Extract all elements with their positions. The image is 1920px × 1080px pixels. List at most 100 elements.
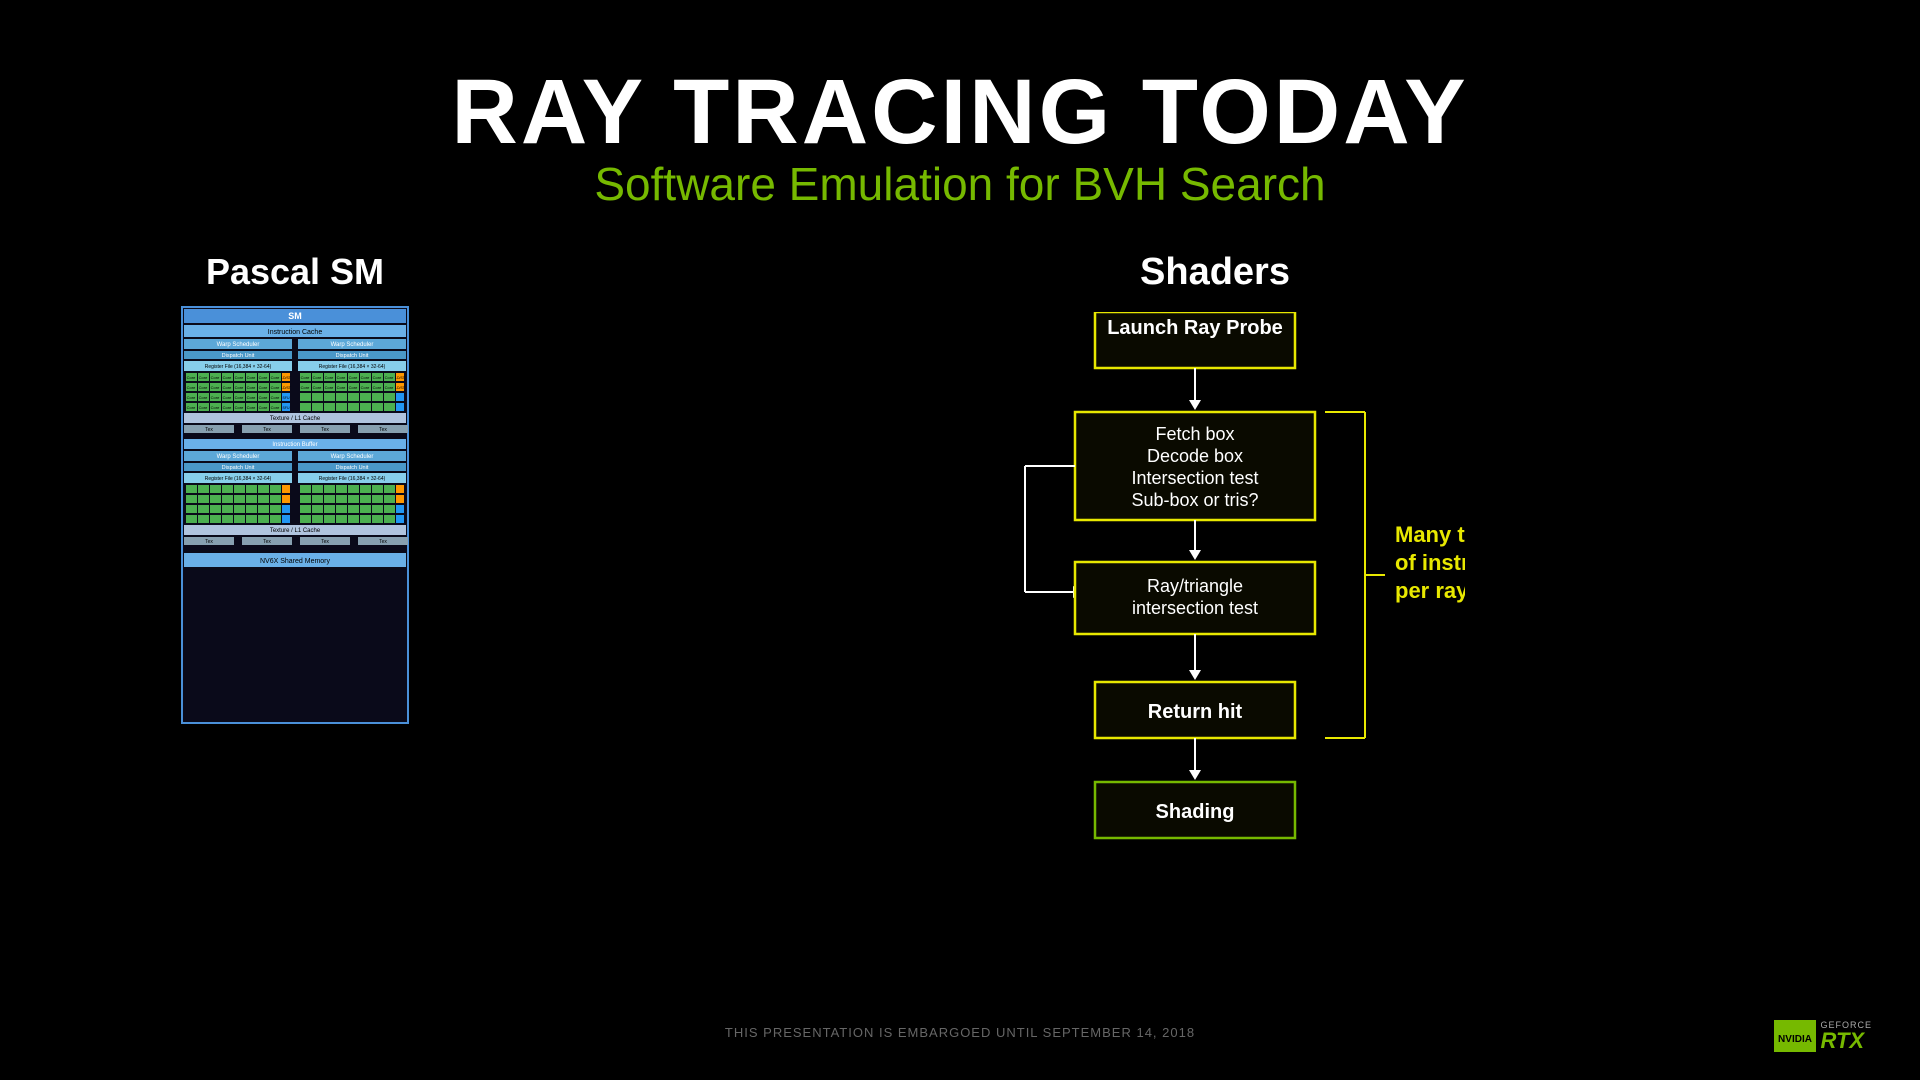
svg-text:Core: Core (199, 405, 208, 410)
svg-text:Core: Core (373, 385, 382, 390)
svg-text:Core: Core (337, 375, 346, 380)
svg-text:Core: Core (199, 385, 208, 390)
svg-text:Sub-box or tris?: Sub-box or tris? (1131, 490, 1258, 510)
svg-text:Register File (16,384 × 32-64): Register File (16,384 × 32-64) (319, 364, 386, 370)
flowchart-section: Shaders Launch Ray Probe Fetch box Decod… (590, 251, 1840, 992)
flowchart-svg: Launch Ray Probe Fetch box Decode box In… (965, 312, 1465, 992)
svg-text:Core: Core (361, 375, 370, 380)
svg-text:SFU: SFU (283, 406, 290, 410)
svg-text:Tex: Tex (263, 539, 271, 545)
svg-text:Core: Core (259, 375, 268, 380)
footer-watermark: THIS PRESENTATION IS EMBARGOED UNTIL SEP… (725, 1025, 1195, 1040)
svg-text:Core: Core (301, 375, 310, 380)
svg-text:Instruction Buffer: Instruction Buffer (272, 442, 317, 448)
svg-text:Core: Core (301, 385, 310, 390)
svg-text:Core: Core (211, 385, 220, 390)
nvidia-logo: NVIDIA GEFORCE RTX (1774, 1020, 1872, 1052)
svg-text:Core: Core (235, 395, 244, 400)
svg-text:Tex: Tex (205, 427, 213, 433)
geforce-rtx-logo: GEFORCE RTX (1820, 1020, 1872, 1052)
svg-text:Core: Core (247, 385, 256, 390)
svg-text:Core: Core (271, 385, 280, 390)
svg-text:Core: Core (199, 395, 208, 400)
svg-text:Warp Scheduler: Warp Scheduler (217, 342, 260, 348)
svg-text:Core: Core (223, 385, 232, 390)
svg-text:Core: Core (313, 375, 322, 380)
svg-text:Core: Core (235, 375, 244, 380)
svg-text:Decode box: Decode box (1147, 446, 1243, 466)
svg-text:Core: Core (199, 375, 208, 380)
svg-text:Core: Core (361, 385, 370, 390)
svg-text:Tex: Tex (379, 539, 387, 545)
svg-text:Launch Ray Probe: Launch Ray Probe (1107, 317, 1283, 339)
svg-text:Tex: Tex (321, 539, 329, 545)
svg-text:Core: Core (187, 375, 196, 380)
svg-text:Tex: Tex (263, 427, 271, 433)
svg-text:Fetch box: Fetch box (1155, 424, 1234, 444)
svg-text:Texture / L1 Cache: Texture / L1 Cache (270, 528, 321, 534)
svg-text:Core: Core (271, 405, 280, 410)
svg-text:Dispatch Unit: Dispatch Unit (336, 465, 369, 471)
svg-text:Core: Core (247, 375, 256, 380)
svg-text:Texture / L1 Cache: Texture / L1 Cache (270, 416, 321, 422)
shaders-label: Shaders (1140, 251, 1290, 294)
svg-text:Core: Core (373, 375, 382, 380)
svg-text:Warp Scheduler: Warp Scheduler (331, 454, 374, 460)
svg-text:Core: Core (259, 385, 268, 390)
svg-text:Dispatch Unit: Dispatch Unit (336, 353, 369, 359)
svg-text:Instruction Cache: Instruction Cache (268, 329, 323, 336)
svg-text:Core: Core (223, 395, 232, 400)
svg-text:Core: Core (349, 385, 358, 390)
pascal-label: Pascal SM (206, 251, 384, 293)
svg-text:Core: Core (271, 375, 280, 380)
svg-text:Core: Core (187, 395, 196, 400)
svg-text:Core: Core (385, 375, 394, 380)
svg-text:Shading: Shading (1156, 801, 1235, 823)
svg-text:Tex: Tex (321, 427, 329, 433)
svg-text:Core: Core (187, 405, 196, 410)
rtx-text: RTX (1820, 1030, 1864, 1052)
svg-text:LD/ST: LD/ST (395, 376, 406, 380)
subtitle: Software Emulation for BVH Search (451, 157, 1468, 211)
content-area: Pascal SM SM Instruction Cache Warp Sche… (0, 251, 1920, 992)
svg-text:Core: Core (223, 405, 232, 410)
svg-text:Warp Scheduler: Warp Scheduler (331, 342, 374, 348)
svg-text:Core: Core (349, 375, 358, 380)
svg-text:Core: Core (235, 385, 244, 390)
svg-text:LD/ST: LD/ST (395, 386, 406, 390)
svg-text:Core: Core (247, 395, 256, 400)
title-area: RAY TRACING TODAY Software Emulation for… (451, 60, 1468, 211)
svg-text:LD/ST: LD/ST (281, 376, 292, 380)
svg-text:LD/ST: LD/ST (281, 386, 292, 390)
svg-text:NVIDIA: NVIDIA (1779, 1034, 1813, 1045)
svg-text:Core: Core (235, 405, 244, 410)
svg-text:Core: Core (313, 385, 322, 390)
pascal-diagram: SM Instruction Cache Warp Scheduler Warp… (180, 305, 410, 725)
svg-text:Dispatch Unit: Dispatch Unit (222, 353, 255, 359)
svg-text:Core: Core (271, 395, 280, 400)
svg-text:of instruction slots: of instruction slots (1395, 550, 1465, 575)
svg-text:NV6X Shared Memory: NV6X Shared Memory (260, 558, 331, 565)
svg-text:Core: Core (259, 405, 268, 410)
svg-text:Core: Core (211, 405, 220, 410)
svg-text:Warp Scheduler: Warp Scheduler (217, 454, 260, 460)
svg-text:intersection test: intersection test (1132, 598, 1258, 618)
svg-text:Core: Core (385, 385, 394, 390)
nvidia-icon: NVIDIA (1774, 1020, 1816, 1052)
svg-text:Core: Core (211, 395, 220, 400)
slide: RAY TRACING TODAY Software Emulation for… (0, 0, 1920, 1080)
svg-text:Core: Core (259, 395, 268, 400)
svg-text:SM: SM (288, 311, 302, 321)
svg-text:Core: Core (325, 375, 334, 380)
svg-text:SFU: SFU (283, 396, 290, 400)
svg-text:Core: Core (325, 385, 334, 390)
svg-text:Ray/triangle: Ray/triangle (1147, 576, 1243, 596)
svg-text:Tex: Tex (205, 539, 213, 545)
svg-text:Register File (16,384 × 32-64): Register File (16,384 × 32-64) (205, 476, 272, 482)
svg-text:Register File (16,384 × 32-64): Register File (16,384 × 32-64) (319, 476, 386, 482)
svg-text:Tex: Tex (379, 427, 387, 433)
svg-text:Core: Core (211, 375, 220, 380)
svg-text:Many thousands: Many thousands (1395, 522, 1465, 547)
pascal-section: Pascal SM SM Instruction Cache Warp Sche… (80, 251, 510, 725)
svg-text:Return hit: Return hit (1148, 701, 1243, 723)
